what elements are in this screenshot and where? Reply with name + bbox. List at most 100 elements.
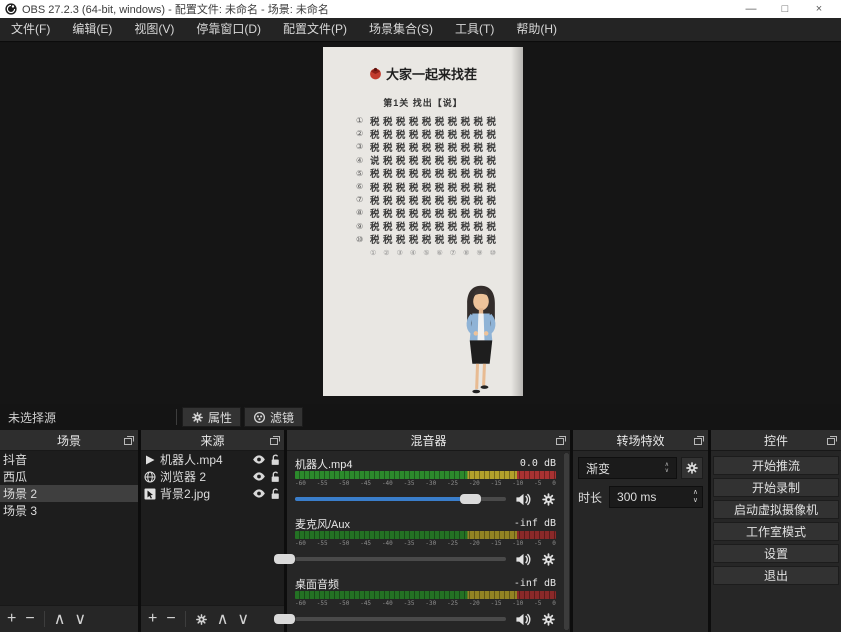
- controls-header: 控件: [711, 430, 841, 451]
- speaker-icon[interactable]: [515, 612, 532, 627]
- speaker-icon[interactable]: [515, 552, 532, 567]
- source-down-button[interactable]: ∨: [237, 609, 249, 629]
- channel-settings-gear-icon[interactable]: [541, 552, 556, 567]
- scene-item[interactable]: 西瓜: [0, 468, 138, 485]
- channel-db-value: -inf dB: [514, 578, 556, 589]
- source-properties-gear-icon[interactable]: [195, 613, 208, 626]
- source-item[interactable]: 浏览器 2: [141, 468, 284, 485]
- grid-row: ⑦税税税税税税税税税税: [356, 193, 496, 206]
- slider-handle[interactable]: [274, 614, 295, 624]
- volume-slider[interactable]: [295, 613, 506, 625]
- source-toolbar: 未选择源 属性 滤镜: [0, 404, 841, 430]
- menu-profile[interactable]: 配置文件(P): [272, 18, 358, 41]
- menu-docks[interactable]: 停靠窗口(D): [185, 18, 272, 41]
- meter-tick-labels: -60-55-50-45-40-35-30-25-20-15-10-50: [295, 599, 556, 608]
- channel-name: 机器人.mp4: [295, 456, 352, 472]
- browser-icon: [144, 471, 156, 483]
- start-streaming-button[interactable]: 开始推流: [713, 456, 839, 475]
- popout-icon[interactable]: [124, 436, 134, 445]
- remove-source-button[interactable]: −: [166, 610, 175, 628]
- toolbar-divider: [176, 409, 177, 425]
- source-item[interactable]: 背景2.jpg: [141, 485, 284, 502]
- source-list: 机器人.mp4 浏览器 2 背景2.jpg: [141, 451, 284, 605]
- presenter-avatar: [455, 283, 507, 396]
- media-icon: [144, 454, 156, 466]
- lock-icon[interactable]: [270, 471, 281, 483]
- popout-icon[interactable]: [827, 436, 837, 445]
- popout-icon[interactable]: [556, 436, 566, 445]
- grid-row: ⑨税税税税税税税税税税: [356, 220, 496, 233]
- lock-icon[interactable]: [270, 488, 281, 500]
- sources-toolbar: + − ∧ ∨: [141, 605, 284, 632]
- audio-level-meter: [295, 471, 556, 479]
- visibility-eye-icon[interactable]: [252, 488, 266, 499]
- sources-header: 来源: [141, 430, 284, 451]
- scene-down-button[interactable]: ∨: [74, 609, 86, 629]
- channel-settings-gear-icon[interactable]: [541, 612, 556, 627]
- grid-row: ⑩税税税税税税税税税税: [356, 233, 496, 246]
- no-source-label: 未选择源: [0, 409, 56, 426]
- menu-edit[interactable]: 编辑(E): [61, 18, 123, 41]
- ladybug-icon: [369, 67, 382, 80]
- spinner-arrows-icon[interactable]: ∧∨: [693, 489, 698, 505]
- popout-icon[interactable]: [270, 436, 280, 445]
- scene-item[interactable]: 场景 3: [0, 502, 138, 519]
- menubar: 文件(F) 编辑(E) 视图(V) 停靠窗口(D) 配置文件(P) 场景集合(S…: [0, 18, 841, 42]
- scene-up-button[interactable]: ∧: [54, 609, 66, 629]
- gear-icon: [685, 461, 699, 475]
- grid-row: ①税税税税税税税税税税: [356, 114, 496, 127]
- scene-item[interactable]: 抖音: [0, 451, 138, 468]
- grid-row: ②税税税税税税税税税税: [356, 127, 496, 140]
- add-source-button[interactable]: +: [148, 610, 157, 628]
- preview-video[interactable]: 大家一起来找茬 第1关 找出【说】 ①税税税税税税税税税税 ②税税税税税税税税税…: [323, 47, 523, 396]
- source-up-button[interactable]: ∧: [217, 609, 229, 629]
- mixer-body: 机器人.mp4 0.0 dB -60-55-50-45-40-35-30-25-…: [287, 451, 570, 632]
- obs-window: OBS 27.2.3 (64-bit, windows) - 配置文件: 未命名…: [0, 0, 841, 632]
- studio-mode-button[interactable]: 工作室模式: [713, 522, 839, 541]
- menu-file[interactable]: 文件(F): [0, 18, 61, 41]
- close-button[interactable]: ×: [802, 0, 836, 18]
- maximize-button[interactable]: □: [768, 0, 802, 18]
- popout-icon[interactable]: [694, 436, 704, 445]
- menu-tools[interactable]: 工具(T): [444, 18, 505, 41]
- start-recording-button[interactable]: 开始录制: [713, 478, 839, 497]
- settings-button[interactable]: 设置: [713, 544, 839, 563]
- mixer-scrollbar[interactable]: [564, 453, 569, 630]
- controls-panel: 控件 开始推流 开始录制 启动虚拟摄像机 工作室模式 设置 退出: [711, 430, 841, 632]
- minimize-button[interactable]: —: [734, 0, 768, 18]
- toolbar-divider: [185, 611, 186, 627]
- audio-level-meter: [295, 531, 556, 539]
- remove-scene-button[interactable]: −: [25, 610, 34, 628]
- preview-canvas: 大家一起来找茬 第1关 找出【说】 ①税税税税税税税税税税 ②税税税税税税税税税…: [0, 43, 841, 404]
- video-title: 大家一起来找茬: [323, 64, 523, 83]
- menu-help[interactable]: 帮助(H): [505, 18, 568, 41]
- volume-slider[interactable]: [295, 553, 506, 565]
- properties-button[interactable]: 属性: [182, 407, 241, 427]
- add-scene-button[interactable]: +: [7, 610, 16, 628]
- slider-handle[interactable]: [460, 494, 481, 504]
- grid-row: ⑥税税税税税税税税税税: [356, 180, 496, 193]
- visibility-eye-icon[interactable]: [252, 454, 266, 465]
- visibility-eye-icon[interactable]: [252, 471, 266, 482]
- exit-button[interactable]: 退出: [713, 566, 839, 585]
- menu-scene-collection[interactable]: 场景集合(S): [358, 18, 444, 41]
- channel-settings-gear-icon[interactable]: [541, 492, 556, 507]
- speaker-icon[interactable]: [515, 492, 532, 507]
- slider-handle[interactable]: [274, 554, 295, 564]
- filters-button[interactable]: 滤镜: [244, 407, 303, 427]
- duration-input[interactable]: 300 ms ∧∨: [609, 486, 703, 508]
- grid-row: ③税税税税税税税税税税: [356, 140, 496, 153]
- grid-row: ⑤税税税税税税税税税税: [356, 167, 496, 180]
- meter-tick-labels: -60-55-50-45-40-35-30-25-20-15-10-50: [295, 539, 556, 548]
- volume-slider[interactable]: [295, 493, 506, 505]
- start-virtual-camera-button[interactable]: 启动虚拟摄像机: [713, 500, 839, 519]
- menu-view[interactable]: 视图(V): [123, 18, 185, 41]
- scenes-toolbar: + − ∧ ∨: [0, 605, 138, 632]
- source-item[interactable]: 机器人.mp4: [141, 451, 284, 468]
- transition-settings-button[interactable]: [681, 457, 703, 479]
- scene-list: 抖音 西瓜 场景 2 场景 3: [0, 451, 138, 605]
- lock-icon[interactable]: [270, 454, 281, 466]
- transition-select[interactable]: 渐变 ∧∨: [578, 457, 677, 479]
- duration-label: 时长: [578, 489, 602, 506]
- scene-item-selected[interactable]: 场景 2: [0, 485, 138, 502]
